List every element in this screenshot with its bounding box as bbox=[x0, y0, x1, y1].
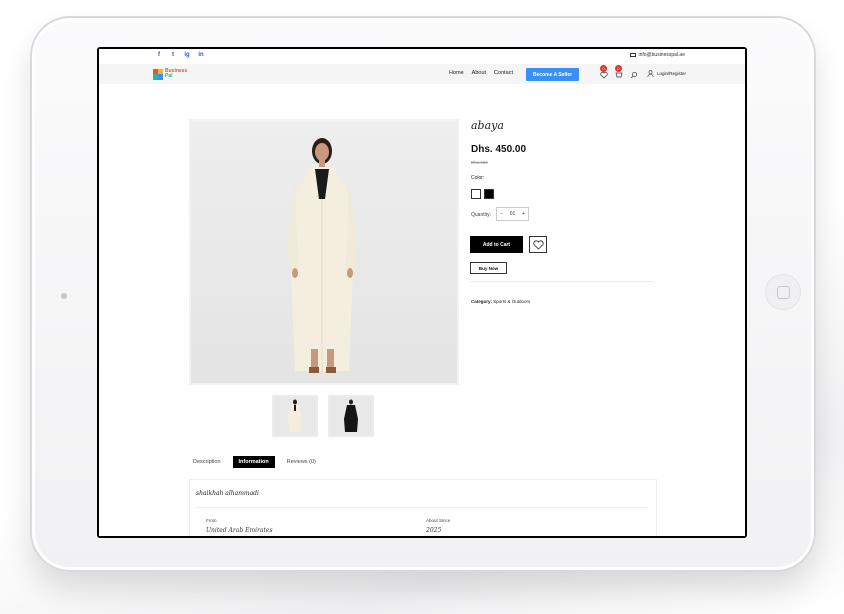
top-bar: f t ig in info@businesspal.ae bbox=[99, 49, 745, 63]
product-main-image[interactable] bbox=[189, 119, 459, 385]
add-to-wishlist-button[interactable] bbox=[529, 236, 547, 253]
wishlist-icon[interactable] bbox=[600, 71, 608, 79]
web-page: f t ig in info@businesspal.ae Business P… bbox=[99, 49, 745, 536]
login-register-link[interactable]: Login/Register bbox=[657, 71, 686, 76]
thumbnail-black[interactable] bbox=[328, 395, 374, 437]
social-links: f t ig in bbox=[155, 52, 205, 58]
product-category: Category: Sports & Outdoors bbox=[471, 299, 530, 304]
add-to-cart-button[interactable]: Add to Cart bbox=[470, 236, 523, 253]
heart-icon bbox=[532, 239, 544, 250]
quantity-value[interactable]: 01 bbox=[510, 211, 516, 217]
nav-contact[interactable]: Contact bbox=[494, 70, 513, 76]
seller-name: shaikhah alhammadi bbox=[196, 490, 259, 497]
email-link[interactable]: info@businesspal.ae bbox=[629, 52, 686, 58]
color-label: Color: bbox=[471, 175, 485, 181]
product-price: Dhs. 450.00 bbox=[471, 144, 527, 155]
quantity-stepper[interactable]: − 01 + bbox=[496, 207, 529, 221]
main-navbar: Business Pal Home About Contact Become A… bbox=[99, 64, 745, 84]
tablet-screen: f t ig in info@businesspal.ae Business P… bbox=[97, 47, 747, 538]
camera-dot bbox=[61, 293, 67, 299]
logo-text: Business Pal bbox=[165, 69, 187, 79]
home-button[interactable] bbox=[765, 274, 801, 310]
scene: f t ig in info@businesspal.ae Business P… bbox=[0, 0, 844, 614]
tab-reviews[interactable]: Reviews (0) bbox=[287, 456, 316, 468]
nav-home[interactable]: Home bbox=[449, 70, 464, 76]
seller-information-panel: shaikhah alhammadi From United Arab Emir… bbox=[189, 479, 657, 536]
cart-icon[interactable] bbox=[615, 71, 623, 79]
wishlist-badge: 0 bbox=[600, 65, 607, 72]
from-label: From bbox=[206, 518, 217, 523]
product-title: abaya bbox=[471, 119, 504, 132]
cart-badge: 0 bbox=[615, 65, 622, 72]
twitter-icon[interactable]: t bbox=[169, 52, 177, 58]
home-button-icon bbox=[777, 286, 790, 299]
product-old-price: Dhs.450 bbox=[471, 160, 488, 165]
product-tabs: Description Information Reviews (0) bbox=[193, 456, 316, 468]
category-value[interactable]: Sports & Outdoors bbox=[493, 299, 530, 304]
logo-line-2: Pal bbox=[165, 73, 173, 79]
quantity-increment[interactable]: + bbox=[522, 211, 525, 217]
quantity-label: Quantity: bbox=[471, 212, 492, 218]
nav-about[interactable]: About bbox=[472, 70, 486, 76]
thumbnail-cream-image bbox=[274, 397, 316, 435]
search-icon[interactable] bbox=[630, 71, 638, 79]
become-seller-button[interactable]: Become A Seller bbox=[526, 68, 579, 81]
tab-information[interactable]: Information bbox=[232, 456, 275, 468]
since-label: About Since bbox=[426, 518, 451, 523]
tab-description[interactable]: Description bbox=[193, 456, 221, 468]
color-swatch-black[interactable] bbox=[484, 189, 494, 199]
color-swatch-white[interactable] bbox=[471, 189, 481, 199]
since-value: 2025 bbox=[426, 527, 442, 534]
user-icon[interactable] bbox=[647, 70, 654, 77]
buy-now-button[interactable]: Buy Now bbox=[470, 262, 507, 274]
logo-mark-icon bbox=[153, 69, 163, 80]
from-value: United Arab Emirates bbox=[206, 527, 273, 534]
site-logo[interactable]: Business Pal bbox=[153, 69, 201, 81]
mail-icon bbox=[629, 53, 636, 57]
linkedin-icon[interactable]: in bbox=[197, 52, 205, 58]
nav-menu: Home About Contact bbox=[449, 70, 513, 76]
quantity-decrement[interactable]: − bbox=[500, 211, 503, 217]
facebook-icon[interactable]: f bbox=[155, 52, 163, 58]
info-divider bbox=[196, 507, 648, 508]
category-label: Category: bbox=[471, 299, 493, 304]
instagram-icon[interactable]: ig bbox=[183, 52, 191, 58]
thumbnail-cream[interactable] bbox=[272, 395, 318, 437]
divider bbox=[470, 281, 654, 282]
abaya-model-image bbox=[191, 121, 457, 383]
thumbnail-black-image bbox=[330, 397, 372, 435]
email-text: info@businesspal.ae bbox=[638, 52, 686, 58]
